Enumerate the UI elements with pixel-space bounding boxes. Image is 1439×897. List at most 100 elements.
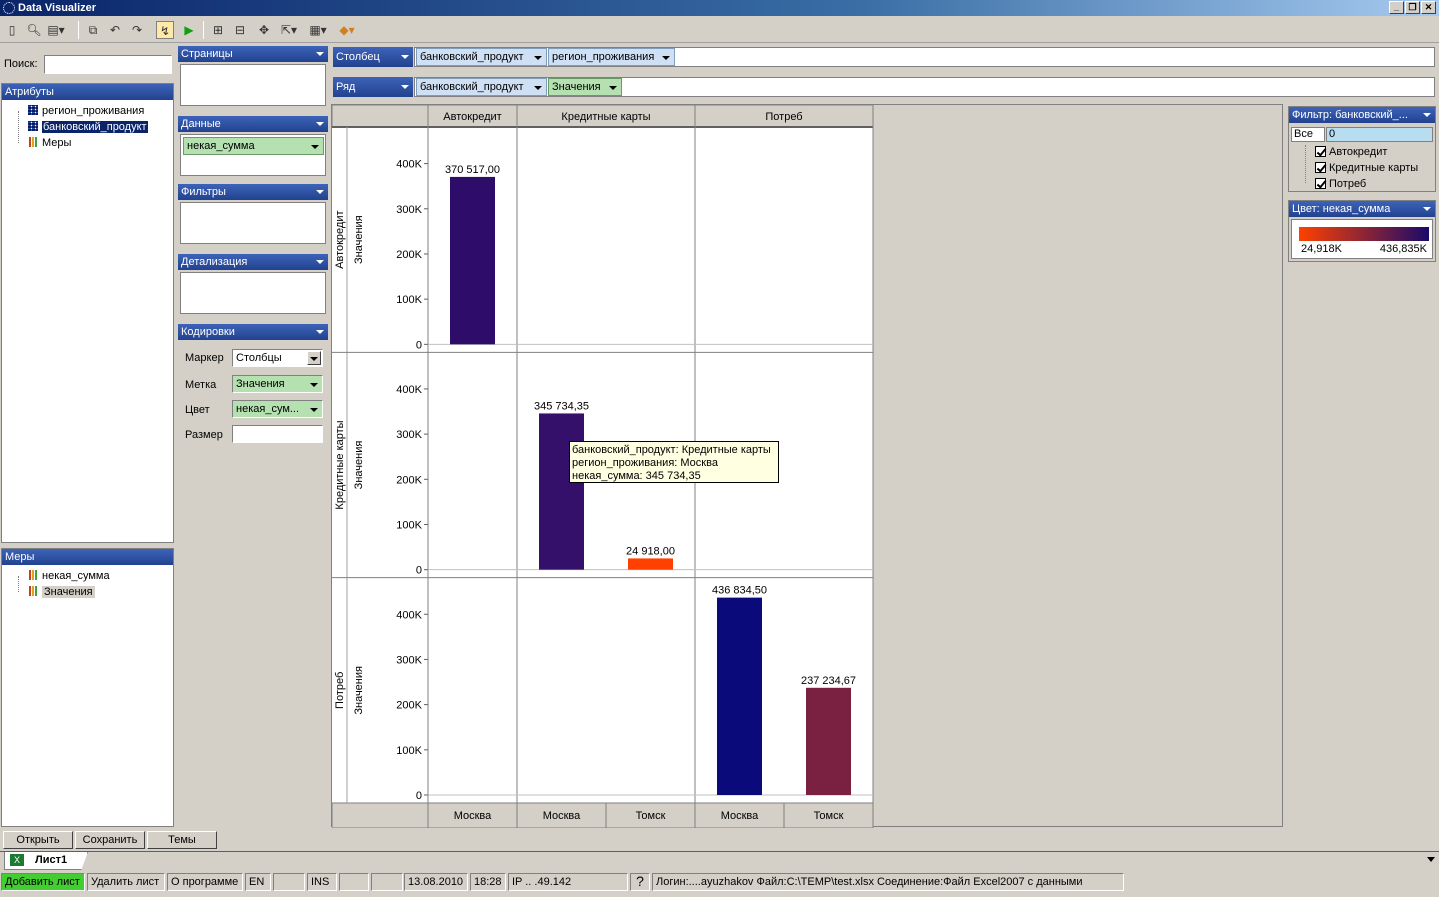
data-shelf: Данные некая_сумма	[178, 116, 328, 178]
y-tick-label: 0	[416, 565, 422, 577]
columns-shelf-title[interactable]: Столбец	[333, 47, 413, 67]
y-tick-label: 200K	[396, 700, 422, 712]
status-ip: IP .. .49.142	[508, 873, 628, 891]
row-axis-label: Значения	[353, 666, 365, 715]
open-button[interactable]: Открыть	[3, 831, 73, 849]
pages-title: Страницы	[181, 48, 233, 60]
y-tick-label: 100K	[396, 745, 422, 757]
column-pill-region[interactable]: регион_проживания	[548, 48, 675, 66]
filter-item-consumer[interactable]: Потреб	[1315, 177, 1366, 191]
themes-button[interactable]: Темы	[147, 831, 217, 849]
chevron-down-icon	[1423, 207, 1431, 211]
data-dropzone[interactable]: некая_сумма	[180, 134, 326, 176]
detail-dropzone[interactable]	[180, 272, 326, 314]
bar-data-label: 24 918,00	[626, 545, 675, 557]
preview-icon[interactable]: 🔍︎	[25, 21, 43, 39]
checkbox-checked-icon[interactable]	[1315, 146, 1326, 157]
region-footer-band	[332, 802, 874, 828]
row-header-1: Кредитные карты	[334, 420, 346, 509]
chevron-down-icon	[316, 190, 324, 194]
filter-all-count: 0	[1326, 127, 1433, 142]
fit-icon[interactable]: ✥	[255, 21, 273, 39]
color-label: Цвет	[185, 404, 210, 416]
color-legend-panel: Цвет: некая_сумма 24,918K 436,835K	[1288, 200, 1436, 262]
filters-shelf: Фильтры	[178, 184, 328, 246]
measure-item-values[interactable]: Значения	[28, 585, 95, 599]
label-select[interactable]: Значения	[232, 375, 323, 393]
chevron-down-icon	[401, 55, 409, 59]
tree-item-region[interactable]: регион_проживания	[28, 104, 144, 118]
y-tick-label: 300K	[396, 654, 422, 666]
y-tick-label: 200K	[396, 474, 422, 486]
minimize-button[interactable]: _	[1389, 1, 1404, 14]
delete-sheet-button[interactable]: Удалить лист	[87, 873, 165, 891]
marker-select[interactable]: Столбцы	[232, 349, 323, 367]
chevron-down-icon	[609, 86, 617, 90]
chart-type-icon[interactable]: ▦▾	[309, 21, 327, 39]
chevron-down-icon	[316, 52, 324, 56]
rows-shelf-title[interactable]: Ряд	[333, 77, 413, 97]
add-sheet-button[interactable]: Добавить лист	[1, 873, 85, 891]
checkbox-checked-icon[interactable]	[1315, 162, 1326, 173]
highlight-icon[interactable]: ↯	[156, 21, 174, 39]
swap-icon[interactable]: ⊟	[231, 21, 249, 39]
row-pill-product[interactable]: банковский_продукт	[416, 78, 547, 96]
chevron-down-icon[interactable]	[1427, 857, 1435, 862]
export-icon[interactable]: ▤▾	[47, 21, 65, 39]
chevron-down-icon	[316, 122, 324, 126]
color-select[interactable]: некая_сум...	[232, 400, 323, 418]
close-button[interactable]: ✕	[1421, 1, 1436, 14]
marker-label: Маркер	[185, 352, 224, 364]
window-titlebar: Data Visualizer _ ❐ ✕	[0, 0, 1439, 16]
tree-item-product[interactable]: банковский_продукт	[28, 120, 149, 134]
column-header-0: Автокредит	[443, 111, 501, 123]
chevron-down-icon	[311, 145, 319, 149]
rows-dropzone[interactable]: банковский_продукт Значения	[414, 77, 1435, 97]
measure-item-sum[interactable]: некая_сумма	[28, 569, 110, 583]
y-tick-label: 300K	[396, 429, 422, 441]
pages-dropzone[interactable]	[180, 64, 326, 106]
column-pill-product[interactable]: банковский_продукт	[416, 48, 547, 66]
filters-dropzone[interactable]	[180, 202, 326, 244]
bar-data-label: 237 234,67	[801, 675, 856, 687]
layout-icon[interactable]: ⊞	[209, 21, 227, 39]
export2-icon[interactable]: ⇱▾	[280, 21, 298, 39]
region-label: Москва	[454, 810, 492, 822]
maximize-button[interactable]: ❐	[1405, 1, 1420, 14]
save-button[interactable]: Сохранить	[75, 831, 145, 849]
attributes-title: Атрибуты	[2, 84, 173, 100]
y-tick-label: 200K	[396, 249, 422, 261]
status-empty-2	[339, 873, 369, 891]
color-icon[interactable]: ◆▾	[338, 21, 356, 39]
size-input[interactable]	[232, 425, 323, 443]
y-tick-label: 400K	[396, 159, 422, 171]
search-input[interactable]	[44, 55, 172, 74]
run-icon[interactable]: ▶	[180, 21, 198, 39]
chevron-down-icon	[310, 408, 318, 412]
bar-data-label: 436 834,50	[712, 585, 767, 597]
chevron-down-icon	[316, 330, 324, 334]
help-button[interactable]: ?	[630, 873, 650, 891]
filter-item-autocredit[interactable]: Автокредит	[1315, 145, 1387, 159]
tooltip-line-value: некая_сумма: 345 734,35	[572, 470, 701, 482]
dimension-icon	[28, 121, 38, 131]
checkbox-checked-icon[interactable]	[1315, 178, 1326, 189]
measure-icon	[28, 570, 38, 580]
columns-dropzone[interactable]: банковский_продукт регион_проживания	[414, 47, 1435, 67]
row-pill-values[interactable]: Значения	[548, 78, 622, 96]
encodings-shelf: Кодировки Маркер Столбцы Метка Значения …	[178, 324, 328, 450]
redo-icon[interactable]: ↷	[128, 21, 146, 39]
data-pill-sum[interactable]: некая_сумма	[183, 137, 324, 155]
row-axis-label: Значения	[353, 441, 365, 490]
filter-item-cards[interactable]: Кредитные карты	[1315, 161, 1418, 175]
undo-icon[interactable]: ↶	[106, 21, 124, 39]
copy-icon[interactable]: ⧉	[84, 21, 102, 39]
bar-2-1	[806, 687, 851, 795]
region-label: Томск	[814, 810, 844, 822]
new-icon[interactable]: ▯	[3, 21, 21, 39]
about-button[interactable]: О программе	[167, 873, 243, 891]
measures-title: Меры	[2, 549, 173, 565]
tree-item-measures[interactable]: Меры	[28, 136, 71, 150]
row-header-2: Потреб	[334, 672, 346, 709]
row-axis-label: Значения	[353, 215, 365, 264]
